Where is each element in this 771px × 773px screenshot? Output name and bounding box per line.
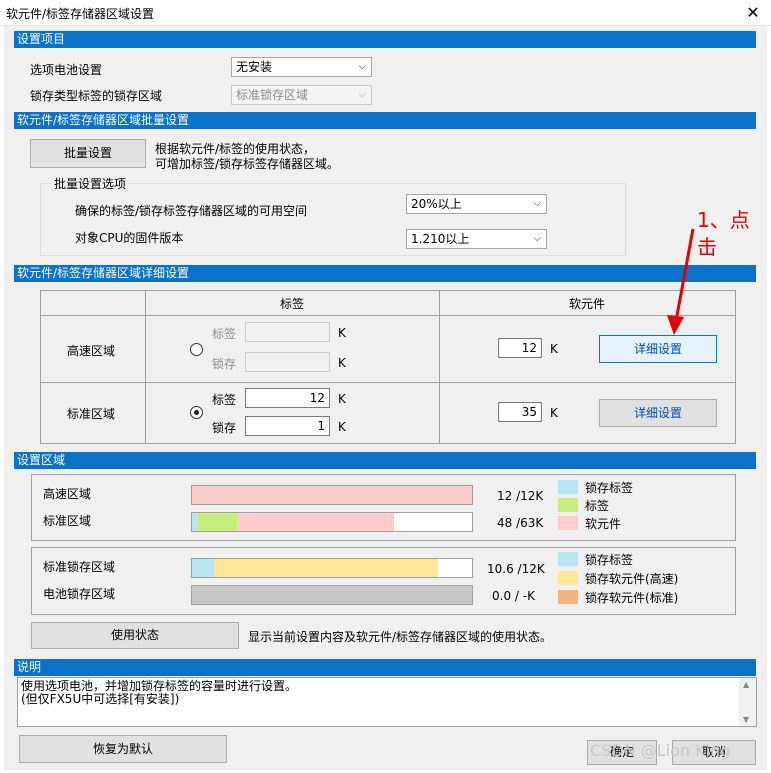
battery-setting-value: 无安装 — [236, 60, 273, 74]
legend-device: 软元件 — [585, 517, 622, 531]
description-scrollbar[interactable]: ▲ ▼ — [739, 678, 756, 726]
usage-status-button[interactable]: 使用状态 — [31, 622, 239, 649]
scroll-down-icon[interactable]: ▼ — [743, 715, 749, 724]
latch-area-label: 锁存类型标签的锁存区域 — [30, 89, 163, 103]
latch-area-select[interactable]: 标准锁存区域 ⌵ — [231, 85, 372, 105]
description-line2: (但仅FX5U中可选择[有安装]) — [21, 692, 180, 706]
standard-row-label: 标准区域 — [67, 407, 116, 421]
std-latch-usage-text: 10.6 /12K — [487, 562, 545, 576]
std-latch-device-high-segment — [214, 559, 439, 577]
high-speed-label-text: 标签 — [212, 327, 237, 341]
standard-device-segment — [236, 513, 394, 531]
high-speed-usage-text: 12 /12K — [497, 489, 544, 503]
legend-swatch-device — [558, 516, 578, 530]
legend-label: 标签 — [585, 499, 610, 513]
unit-k: K — [338, 356, 346, 370]
annotation-arrow-icon — [667, 228, 695, 335]
high-speed-usage-bar — [191, 485, 473, 505]
legend-latch-device-high: 锁存软元件(高速) — [585, 572, 679, 586]
firmware-select[interactable]: 1.210以上 ⌵ — [406, 229, 547, 249]
battery-setting-label: 选项电池设置 — [30, 63, 103, 77]
standard-device-input[interactable]: 35 — [498, 402, 542, 422]
chevron-down-icon: ⌵ — [533, 233, 541, 244]
chevron-down-icon: ⌵ — [358, 89, 366, 100]
legend-swatch-latch-label — [558, 480, 578, 494]
standard-usage-text: 48 /63K — [497, 516, 544, 530]
batch-desc-line2: 可增加标签/锁存标签存储器区域。 — [155, 157, 340, 171]
batch-setting-button[interactable]: 批量设置 — [30, 139, 146, 168]
window-title: 软元件/标签存储器区域设置 — [6, 7, 155, 21]
unit-k: K — [338, 392, 346, 406]
standard-label-text: 标签 — [212, 393, 237, 407]
high-speed-row-label: 高速区域 — [67, 344, 116, 358]
std-latch-usage-bar — [191, 558, 473, 578]
scroll-up-icon[interactable]: ▲ — [743, 680, 749, 689]
annotation-text-line2: 击 — [697, 235, 717, 259]
high-speed-device-input[interactable]: 12 — [498, 338, 542, 358]
high-speed-device-segment — [192, 486, 472, 504]
high-speed-label-input[interactable] — [245, 322, 330, 342]
standard-usage-bar — [191, 512, 473, 532]
section-header-area: 设置区域 — [14, 452, 756, 469]
battery-setting-select[interactable]: 无安装 ⌵ — [231, 57, 372, 77]
section-header-settings: 设置项目 — [14, 31, 756, 48]
free-space-select[interactable]: 20%以上 ⌵ — [406, 194, 547, 214]
description-box: 使用选项电池，并增加锁存标签的容量时进行设置。 (但仅FX5U中可选择[有安装]… — [17, 677, 757, 727]
unit-k: K — [550, 342, 558, 356]
legend-swatch-label — [558, 498, 578, 512]
annotation-text-line1: 1、点 — [697, 208, 750, 232]
batch-options-title: 批量设置选项 — [52, 175, 129, 192]
standard-area-label: 标准区域 — [43, 514, 92, 528]
standard-detail-button[interactable]: 详细设置 — [599, 399, 717, 427]
standard-latch-input[interactable]: 1 — [245, 416, 330, 436]
battery-latch-usage-text: 0.0 / -K — [492, 589, 535, 603]
standard-label-segment — [197, 513, 237, 531]
legend-latch-label: 锁存标签 — [585, 553, 634, 567]
column-header-label: 标签 — [280, 297, 305, 311]
high-speed-latch-input[interactable] — [245, 352, 330, 372]
close-icon[interactable]: ✕ — [741, 2, 765, 24]
usage-status-desc: 显示当前设置内容及软元件/标签存储器区域的使用状态。 — [248, 630, 553, 644]
restore-default-button[interactable]: 恢复为默认 — [19, 735, 227, 763]
high-speed-latch-text: 锁存 — [212, 357, 237, 371]
legend-swatch-latch-device-std — [558, 590, 578, 604]
firmware-label: 对象CPU的固件版本 — [75, 231, 184, 245]
legend-latch-label: 锁存标签 — [585, 481, 634, 495]
chevron-down-icon: ⌵ — [358, 61, 366, 72]
firmware-value: 1.210以上 — [411, 232, 470, 246]
unit-k: K — [550, 406, 558, 420]
battery-latch-usage-bar — [191, 585, 473, 605]
section-header-detail: 软元件/标签存储器区域详细设置 — [14, 265, 756, 282]
column-header-device: 软元件 — [569, 297, 606, 311]
std-latch-label-segment — [192, 559, 215, 577]
unit-k: K — [338, 420, 346, 434]
free-space-label: 确保的标签/锁存标签存储器区域的可用空间 — [75, 204, 308, 218]
battery-latch-area-label: 电池锁存区域 — [43, 587, 116, 601]
free-space-value: 20%以上 — [411, 197, 462, 211]
high-speed-radio[interactable] — [190, 343, 203, 356]
unit-k: K — [338, 326, 346, 340]
title-bar: 软元件/标签存储器区域设置 ✕ — [0, 0, 771, 26]
standard-radio[interactable] — [190, 406, 203, 419]
chevron-down-icon: ⌵ — [533, 198, 541, 209]
std-latch-area-label: 标准锁存区域 — [43, 560, 116, 574]
high-speed-area-label: 高速区域 — [43, 487, 92, 501]
table-divider — [439, 291, 440, 443]
legend-swatch-latch-label — [558, 552, 578, 566]
watermark-text: CSDN @Lion King — [590, 741, 731, 760]
table-divider — [145, 291, 146, 443]
standard-latch-text: 锁存 — [212, 421, 237, 435]
section-header-description: 说明 — [14, 659, 756, 676]
legend-latch-device-std: 锁存软元件(标准) — [585, 591, 679, 605]
legend-swatch-latch-device-high — [558, 571, 578, 585]
standard-label-input[interactable]: 12 — [245, 388, 330, 408]
latch-area-value: 标准锁存区域 — [236, 88, 309, 102]
section-header-batch: 软元件/标签存储器区域批量设置 — [14, 112, 756, 129]
